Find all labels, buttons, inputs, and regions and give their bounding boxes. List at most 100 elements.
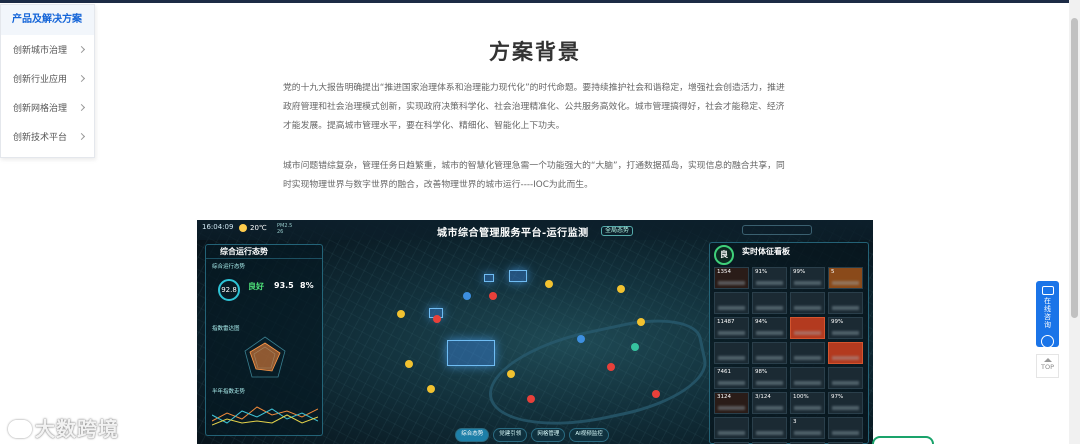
indicator-cell: 3124: [714, 392, 749, 414]
indicator-value: 98%: [755, 369, 768, 375]
indicator-cell: 100%: [790, 392, 825, 414]
indicator-cell: [828, 342, 863, 364]
map-marker-icon: [607, 363, 615, 371]
watermark-logo-icon: [8, 420, 32, 438]
arrow-up-icon: [1043, 358, 1052, 362]
blurred-label: [718, 431, 745, 435]
scrollbar-thumb[interactable]: [1071, 18, 1078, 318]
indicator-cell: [790, 367, 825, 389]
last-month-value: 93.5: [274, 281, 294, 290]
blurred-label: [832, 381, 859, 385]
indicator-cell: [752, 417, 787, 439]
blurred-label: [832, 431, 859, 435]
panel-title: 实时体征看板: [742, 247, 790, 256]
map-marker-icon: [637, 318, 645, 326]
status-kpi: 良好: [248, 281, 264, 292]
panel-title: 综合运行态势: [206, 245, 322, 259]
score-gauge: 92.8: [218, 279, 240, 301]
map-marker-icon: [545, 280, 553, 288]
panel-subtitle: 综合运行态势: [212, 264, 246, 270]
dashboard-title: 城市综合管理服务平台-运行监测: [437, 228, 589, 239]
indicator-value: 94%: [755, 319, 768, 325]
chat-widget-edge[interactable]: [872, 436, 934, 444]
sidebar-item-label: 创新行业应用: [13, 75, 68, 85]
chevron-right-icon: [77, 132, 86, 141]
map-marker-icon: [527, 395, 535, 403]
pm-value: 26: [277, 229, 284, 235]
blurred-label: [756, 331, 783, 335]
sidebar-heading: 产品及解决方案: [1, 5, 94, 35]
indicator-cell: 3: [790, 417, 825, 439]
indicator-cell: 94%: [752, 317, 787, 339]
map-marker-icon: [405, 360, 413, 368]
blurred-label: [756, 306, 783, 310]
dashboard-header: 16:04:09 20℃ PM2.5 26 城市综合管理服务平台-运行监测 全局…: [197, 220, 873, 240]
chat-icon: [1041, 286, 1054, 295]
indicator-cell: 3/124: [752, 392, 787, 414]
blurred-label: [718, 306, 745, 310]
chevron-right-icon: [77, 74, 86, 83]
indicator-value: 3: [793, 419, 797, 425]
indicator-cell: 97%: [828, 392, 863, 414]
blurred-label: [756, 356, 783, 360]
indicator-cell: [714, 292, 749, 314]
blurred-label: [794, 431, 821, 435]
sidebar-item-label: 创新网格治理: [13, 104, 68, 114]
indicator-value: 99%: [831, 319, 844, 325]
weather-widget: 20℃: [239, 224, 267, 232]
indicator-cell: [714, 417, 749, 439]
consult-label: 在线咨询: [1044, 297, 1051, 329]
dashboard-time: 16:04:09: [202, 223, 234, 231]
realtime-indicator-panel: 良 实时体征看板 1354 91% 99% 5 11487 94% 99% 7461 98% 31…: [709, 242, 869, 444]
panel-header: 良 实时体征看板: [710, 243, 868, 265]
indicator-value: 3124: [717, 394, 731, 400]
page-scrollbar[interactable]: [1069, 0, 1080, 444]
phone-icon[interactable]: [1041, 335, 1054, 348]
indicator-cell: [790, 292, 825, 314]
indicator-value: 5: [831, 269, 835, 275]
blurred-label: [718, 356, 745, 360]
blurred-label: [718, 281, 745, 285]
blurred-label: [832, 306, 859, 310]
indicator-value: 99%: [793, 269, 806, 275]
back-to-top-button[interactable]: TOP: [1036, 354, 1059, 378]
highlighted-building: [484, 274, 494, 282]
background-paragraph: 城市问题错综复杂，管理任务日趋繁重，城市的智慧化管理急需一个功能强大的“大脑”，…: [283, 161, 785, 190]
pm-readout: PM2.5 26: [277, 223, 292, 235]
map-marker-icon: [489, 292, 497, 300]
blurred-label: [794, 331, 821, 335]
map-marker-icon: [433, 315, 441, 323]
blurred-label: [794, 356, 821, 360]
indicator-cell: [714, 342, 749, 364]
radar-chart: [244, 336, 286, 378]
indicator-cell: 99%: [790, 267, 825, 289]
sidebar-item-tech-platform[interactable]: 创新技术平台: [1, 122, 94, 151]
indicator-cell: 91%: [752, 267, 787, 289]
rating-badge: 良: [714, 245, 734, 265]
dashboard-clock: 16:04:09: [202, 223, 233, 231]
watermark: 大数跨境: [8, 413, 119, 442]
indicator-cell: 5: [828, 267, 863, 289]
highlighted-building: [509, 270, 527, 282]
indicator-value: 91%: [755, 269, 768, 275]
map-marker-icon: [463, 292, 471, 300]
sidebar-item-grid-governance[interactable]: 创新网格治理: [1, 93, 94, 122]
sun-icon: [239, 224, 247, 232]
indicator-value: 11487: [717, 319, 735, 325]
indicator-grid: 1354 91% 99% 5 11487 94% 99% 7461 98% 3124 3/124 10…: [714, 267, 866, 444]
blurred-label: [832, 331, 859, 335]
sidebar-item-industry-application[interactable]: 创新行业应用: [1, 64, 94, 93]
indicator-value: 100%: [793, 394, 809, 400]
blurred-label: [832, 406, 859, 410]
indicator-cell: 99%: [828, 317, 863, 339]
indicator-value: 3/124: [755, 394, 771, 400]
blurred-label: [756, 281, 783, 285]
blurred-label: [756, 406, 783, 410]
chevron-right-icon: [77, 103, 86, 112]
indicator-cell: [828, 367, 863, 389]
online-consult-button[interactable]: 在线咨询: [1036, 281, 1059, 348]
indicator-cell: [790, 317, 825, 339]
dashboard-toolbar: [742, 225, 812, 235]
map-marker-icon: [617, 285, 625, 293]
indicator-cell: 7461: [714, 367, 749, 389]
